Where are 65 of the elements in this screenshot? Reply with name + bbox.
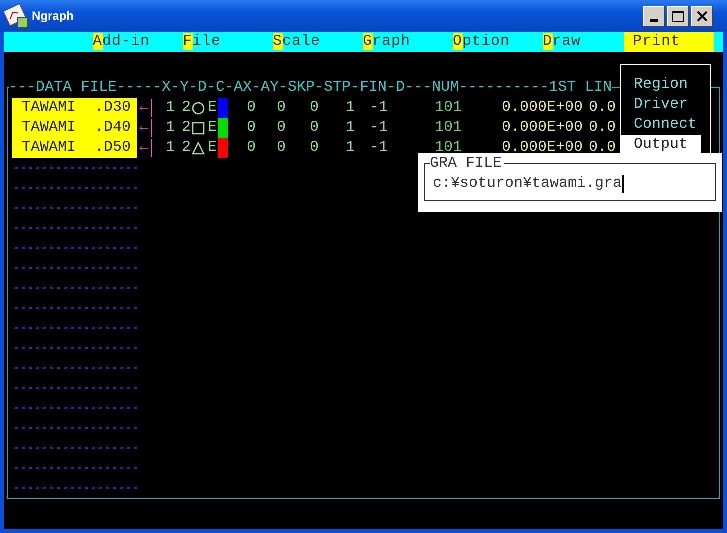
close-icon bbox=[696, 10, 708, 22]
arrow-marker: ← bbox=[138, 118, 150, 138]
stp-column: 1 bbox=[319, 138, 355, 158]
maximize-icon bbox=[672, 10, 684, 22]
ax-column: 0 bbox=[228, 98, 256, 118]
lin-column: 0.0 bbox=[583, 118, 616, 138]
menu-item[interactable]: Scale bbox=[273, 32, 363, 52]
fin-column: -1 bbox=[355, 98, 388, 118]
minimize-button[interactable] bbox=[643, 6, 665, 26]
file-name: TAWAMI bbox=[22, 138, 76, 158]
maximize-button[interactable] bbox=[667, 6, 689, 26]
file-name: TAWAMI bbox=[22, 118, 76, 138]
popup-menu-item[interactable]: Output bbox=[621, 135, 701, 155]
file-name-field[interactable]: TAWAMI .D30 bbox=[12, 98, 137, 118]
popup-menu-item[interactable]: Region bbox=[627, 75, 710, 95]
minimize-icon bbox=[650, 18, 658, 22]
menu-item[interactable]: File bbox=[183, 32, 273, 52]
window-title: Ngraph bbox=[32, 8, 74, 25]
y-column: 2 bbox=[175, 98, 191, 118]
text-cursor-icon bbox=[622, 175, 624, 193]
first-column: 0.000E+00 bbox=[462, 98, 583, 118]
num-column: 101 bbox=[388, 98, 462, 118]
file-name-field[interactable]: TAWAMI .D40 bbox=[12, 118, 137, 138]
y-column: 2 bbox=[175, 138, 191, 158]
menu-item[interactable]: Graph bbox=[363, 32, 453, 52]
arrow-marker: ← bbox=[138, 138, 150, 158]
arrow-marker: ← bbox=[138, 98, 150, 118]
file-name: TAWAMI bbox=[22, 98, 76, 118]
first-column: 0.000E+00 bbox=[462, 118, 583, 138]
close-button[interactable] bbox=[691, 6, 713, 26]
x-column: 1 bbox=[157, 138, 175, 158]
y-column: 2 bbox=[175, 118, 191, 138]
popup-menu-item[interactable]: Connect bbox=[627, 115, 710, 135]
x-column: 1 bbox=[157, 118, 175, 138]
fin-column: -1 bbox=[355, 118, 388, 138]
d-column: E bbox=[206, 138, 217, 158]
menu-item[interactable]: Add-in bbox=[93, 32, 183, 52]
num-column: 101 bbox=[388, 118, 462, 138]
lin-column: 0.0 bbox=[583, 98, 616, 118]
ay-column: 0 bbox=[256, 118, 286, 138]
skp-column: 0 bbox=[286, 138, 319, 158]
ay-column: 0 bbox=[256, 98, 286, 118]
file-name-field[interactable]: TAWAMI .D50 bbox=[12, 138, 137, 158]
fin-column: -1 bbox=[355, 138, 388, 158]
file-extension: .D30 bbox=[94, 98, 131, 118]
menu-item[interactable]: Print bbox=[624, 32, 714, 52]
d-column: E bbox=[206, 98, 217, 118]
skp-column: 0 bbox=[286, 98, 319, 118]
file-path-value: c:¥soturon¥tawami.gra bbox=[433, 174, 622, 194]
file-extension: .D40 bbox=[94, 118, 131, 138]
square-symbol-icon bbox=[192, 122, 205, 134]
triangle-symbol-icon bbox=[192, 142, 205, 154]
ax-column: 0 bbox=[228, 118, 256, 138]
lin-column: 0.0 bbox=[583, 138, 616, 158]
stp-column: 1 bbox=[319, 118, 355, 138]
circle-symbol-icon bbox=[192, 102, 205, 114]
stp-column: 1 bbox=[319, 98, 355, 118]
file-extension: .D50 bbox=[94, 138, 131, 158]
d-column: E bbox=[206, 118, 217, 138]
menu-item[interactable]: Option bbox=[453, 32, 543, 52]
skp-column: 0 bbox=[286, 118, 319, 138]
popup-menu-item[interactable]: Driver bbox=[627, 95, 710, 115]
ay-column: 0 bbox=[256, 138, 286, 158]
x-column: 1 bbox=[157, 98, 175, 118]
ax-column: 0 bbox=[228, 138, 256, 158]
